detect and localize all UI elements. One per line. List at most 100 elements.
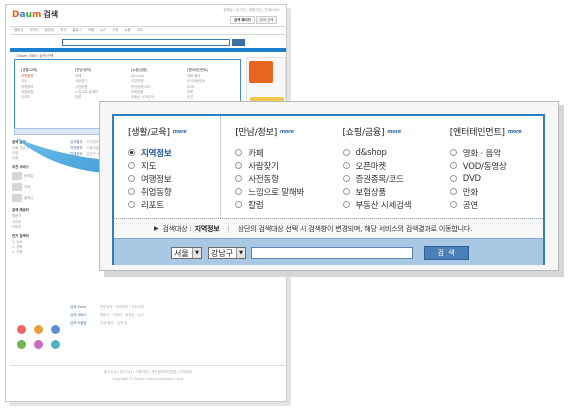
bg-column-item[interactable]: 취업동향 <box>21 90 71 94</box>
bg-left-line[interactable]: 2. 영화 <box>12 245 64 249</box>
radio-icon[interactable] <box>449 162 457 169</box>
search-input[interactable] <box>251 247 413 259</box>
option-dnshop[interactable]: d&shop <box>342 146 436 159</box>
option-people-search[interactable]: 사람찾기 <box>235 159 328 172</box>
daum-logo[interactable]: Daum 검색 <box>12 10 58 21</box>
radio-icon[interactable] <box>235 149 243 156</box>
bg-column-item[interactable]: 지역정보 <box>21 74 71 78</box>
bg-column-item[interactable]: 부동산 시세검색 <box>131 95 181 99</box>
nav-item[interactable]: 카페 <box>88 28 94 32</box>
nav-item[interactable]: 블로그 <box>72 28 81 32</box>
option-feeling[interactable]: 느낌으로 말해봐 <box>235 185 328 198</box>
tab-search-page[interactable]: 검색 페이지 <box>230 16 255 25</box>
bg-left-line[interactable]: 웹문서 <box>12 214 64 218</box>
nav-item[interactable]: 웹문서 <box>14 28 23 32</box>
radio-icon[interactable] <box>235 175 243 182</box>
more-link[interactable]: more <box>387 129 401 135</box>
radio-icon[interactable] <box>235 201 243 208</box>
nav-item[interactable]: 쇼핑 <box>124 28 130 32</box>
bg-column-item[interactable]: 오픈마켓 <box>131 79 181 83</box>
bg-column-item[interactable]: d&shop <box>131 74 181 78</box>
more-link[interactable]: more <box>173 129 187 135</box>
district-select[interactable]: 강남구 ▼ <box>208 247 246 259</box>
tab-search-select[interactable]: 검색 선택 <box>255 16 278 25</box>
option-comics[interactable]: 만화 <box>449 185 543 198</box>
footer-links[interactable]: 회사소개 | 광고안내 | 이용약관 | 개인정보처리방침 | 고객센터 <box>10 370 286 374</box>
radio-icon[interactable] <box>235 162 243 169</box>
option-cafe[interactable]: 카페 <box>235 146 328 159</box>
bg-lower-row[interactable]: 검색 서비스 웹문서 · 이미지 · 동영상 · 뉴스 <box>70 313 286 317</box>
bg-column-item[interactable]: 카페 <box>75 74 125 78</box>
bg-lower-row[interactable]: 검색 도움말 검색 옵션 · 검색 팁 <box>70 321 286 325</box>
nav-item[interactable]: 동영상 <box>45 28 54 32</box>
quick-icon[interactable] <box>17 340 26 350</box>
option-map[interactable]: 지도 <box>128 159 220 172</box>
option-vod[interactable]: VOD/동영상 <box>449 159 543 172</box>
bg-column-item[interactable]: VOD/동영상 <box>187 79 237 83</box>
radio-icon[interactable] <box>342 162 350 169</box>
radio-icon[interactable] <box>128 188 135 195</box>
option-open-market[interactable]: 오픈마켓 <box>342 159 436 172</box>
radio-icon[interactable] <box>342 188 350 195</box>
quick-icon[interactable] <box>17 325 26 334</box>
more-link[interactable]: more <box>280 129 294 135</box>
bg-left-line[interactable]: 3. 여행 <box>12 250 64 254</box>
option-region-info[interactable]: 지역정보 <box>128 146 220 159</box>
radio-icon[interactable] <box>128 175 135 182</box>
bg-column-item[interactable]: DVD <box>187 85 237 89</box>
radio-icon[interactable] <box>449 175 457 182</box>
bg-column-item[interactable]: 여행정보 <box>21 85 71 89</box>
quick-icon[interactable] <box>34 325 43 334</box>
option-stock-code[interactable]: 증권종목/코드 <box>342 172 436 185</box>
radio-icon[interactable] <box>449 149 457 156</box>
top-links[interactable]: 한메일 | 로그인 | 회원가입 | 전체서비스 <box>223 8 280 12</box>
radio-icon[interactable] <box>449 188 457 195</box>
chevron-down-icon[interactable]: ▼ <box>236 248 245 258</box>
option-insurance[interactable]: 보험상품 <box>342 185 436 198</box>
bg-column-item[interactable]: 공연 <box>187 95 237 99</box>
nav-item[interactable]: 사전 <box>112 28 118 32</box>
bg-left-line[interactable]: 플래닛 <box>12 193 64 203</box>
option-travel-info[interactable]: 여행정보 <box>128 172 220 185</box>
radio-icon[interactable] <box>342 201 350 208</box>
bg-column-item[interactable]: 칼럼 <box>75 95 125 99</box>
bg-search-input[interactable] <box>62 39 230 46</box>
nav-item[interactable]: 지식 <box>60 28 66 32</box>
nav-item[interactable]: 지도 <box>137 28 143 32</box>
option-dictionary-trends[interactable]: 사전동향 <box>235 172 328 185</box>
bg-column-item[interactable]: 사전동향 <box>75 85 125 89</box>
radio-icon[interactable] <box>128 162 135 169</box>
bg-left-line[interactable]: 이미지 <box>12 225 64 229</box>
option-real-estate[interactable]: 부동산 시세검색 <box>342 198 436 211</box>
bg-column-item[interactable]: 만화 <box>187 90 237 94</box>
quick-icon[interactable] <box>51 325 60 334</box>
radio-selected-icon[interactable] <box>128 149 135 156</box>
option-performance[interactable]: 공연 <box>449 198 543 211</box>
bg-lower-row[interactable]: 검색 Zone 관련검색 · 지역정보 · 지도검색 <box>70 305 286 309</box>
search-button[interactable]: 검 색 <box>424 246 469 260</box>
bg-left-line[interactable]: 1. 날씨 <box>12 240 64 244</box>
bg-column-item[interactable]: 느낌으로 말해봐 <box>75 90 125 94</box>
nav-item[interactable]: 이미지 <box>29 28 38 32</box>
quick-icon[interactable] <box>51 340 60 350</box>
radio-icon[interactable] <box>342 175 350 182</box>
chevron-down-icon[interactable]: ▼ <box>192 248 201 258</box>
quick-icon[interactable] <box>34 340 43 350</box>
ad-banner[interactable] <box>249 61 273 83</box>
nav-item[interactable]: 뉴스 <box>100 28 106 32</box>
bg-column-item[interactable]: 증권종목/코드 <box>131 85 181 89</box>
option-column[interactable]: 칼럼 <box>235 198 328 211</box>
radio-icon[interactable] <box>128 201 135 208</box>
city-select[interactable]: 서울 ▼ <box>171 247 202 259</box>
bg-column-item[interactable]: 지도 <box>21 79 71 83</box>
bg-column-item[interactable]: 사람찾기 <box>75 79 125 83</box>
bg-column-item[interactable]: 리포트 <box>21 95 71 99</box>
radio-icon[interactable] <box>449 201 457 208</box>
option-movie-music[interactable]: 영화 · 음악 <box>449 146 543 159</box>
bg-search-button[interactable] <box>232 39 245 46</box>
option-job-trends[interactable]: 취업동향 <box>128 185 220 198</box>
option-report[interactable]: 리포트 <box>128 198 220 211</box>
bg-left-line[interactable]: 사이트 <box>12 220 64 224</box>
bg-column-item[interactable]: 보험상품 <box>131 90 181 94</box>
bg-column-item[interactable]: 영화·음악 <box>187 74 237 78</box>
